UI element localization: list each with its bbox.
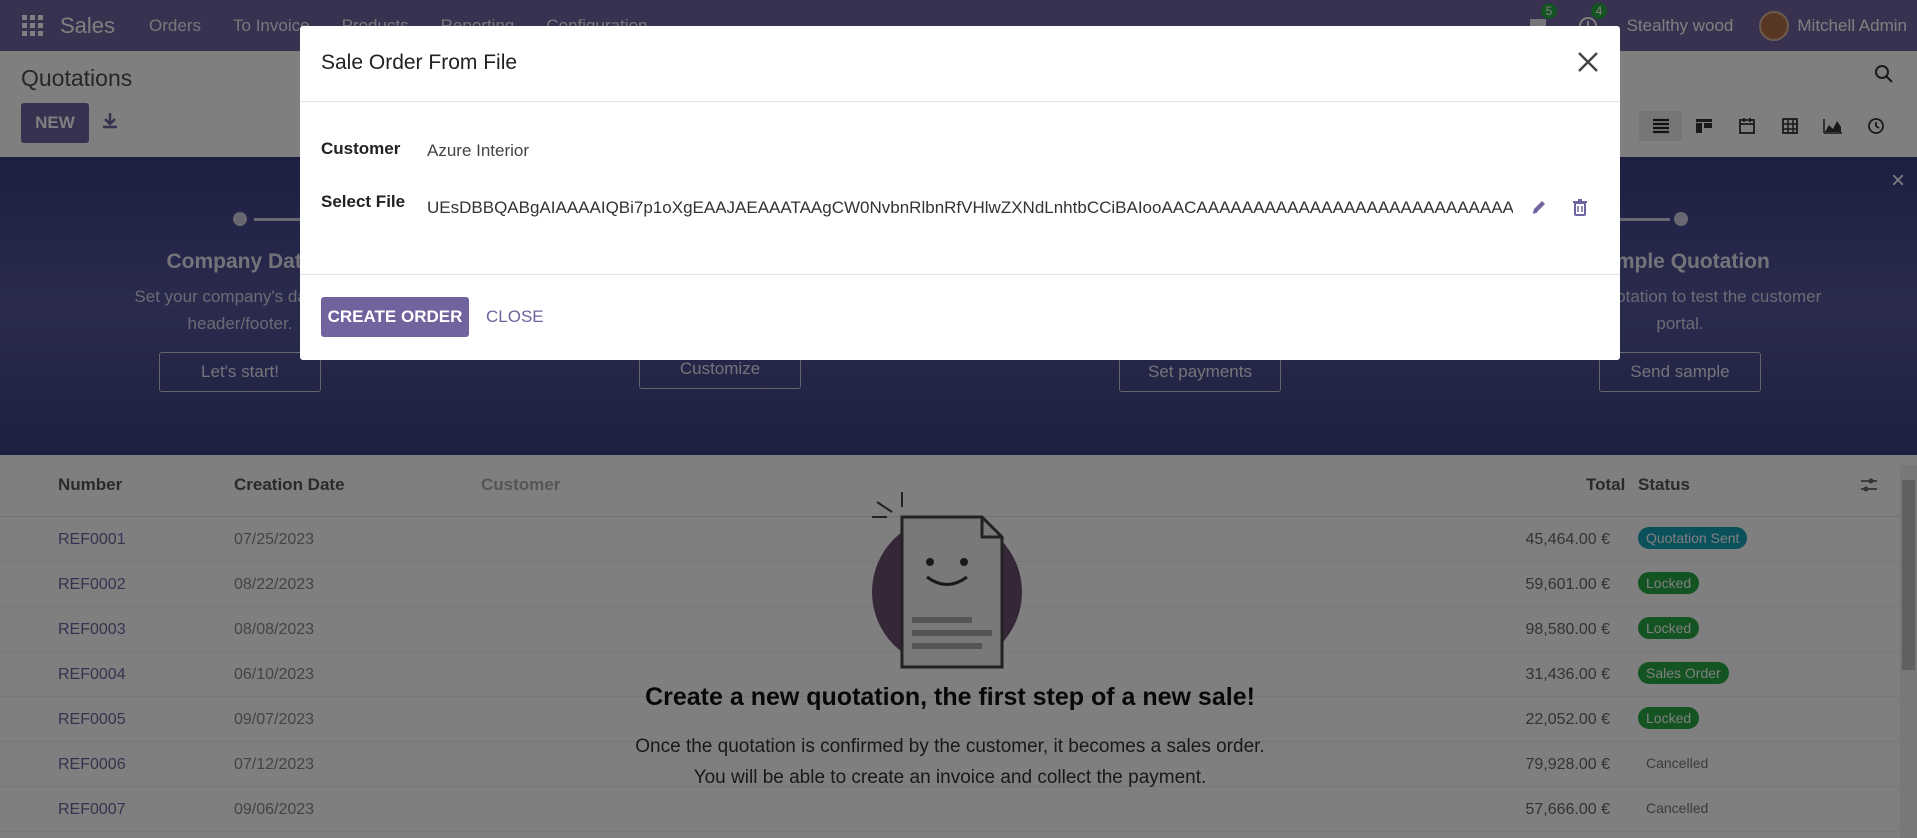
trash-icon[interactable] — [1571, 198, 1589, 216]
modal-header: Sale Order From File — [300, 26, 1620, 102]
modal-title: Sale Order From File — [321, 51, 518, 74]
close-icon[interactable] — [1574, 48, 1602, 76]
create-order-button[interactable]: CREATE ORDER — [321, 297, 469, 337]
customer-field[interactable]: Azure Interior — [427, 141, 529, 161]
select-file-label: Select File — [321, 192, 406, 211]
file-binary-field: UEsDBBQABgAIAAAAIQBi7p1oXgEAAJAEAAATAAgC… — [427, 198, 1513, 217]
modal-footer: CREATE ORDER CLOSE — [300, 274, 1620, 360]
sale-order-from-file-dialog: Sale Order From File Customer Azure Inte… — [300, 26, 1620, 360]
close-button[interactable]: CLOSE — [486, 297, 544, 337]
customer-label: Customer — [321, 139, 401, 158]
pencil-icon[interactable] — [1530, 198, 1548, 216]
